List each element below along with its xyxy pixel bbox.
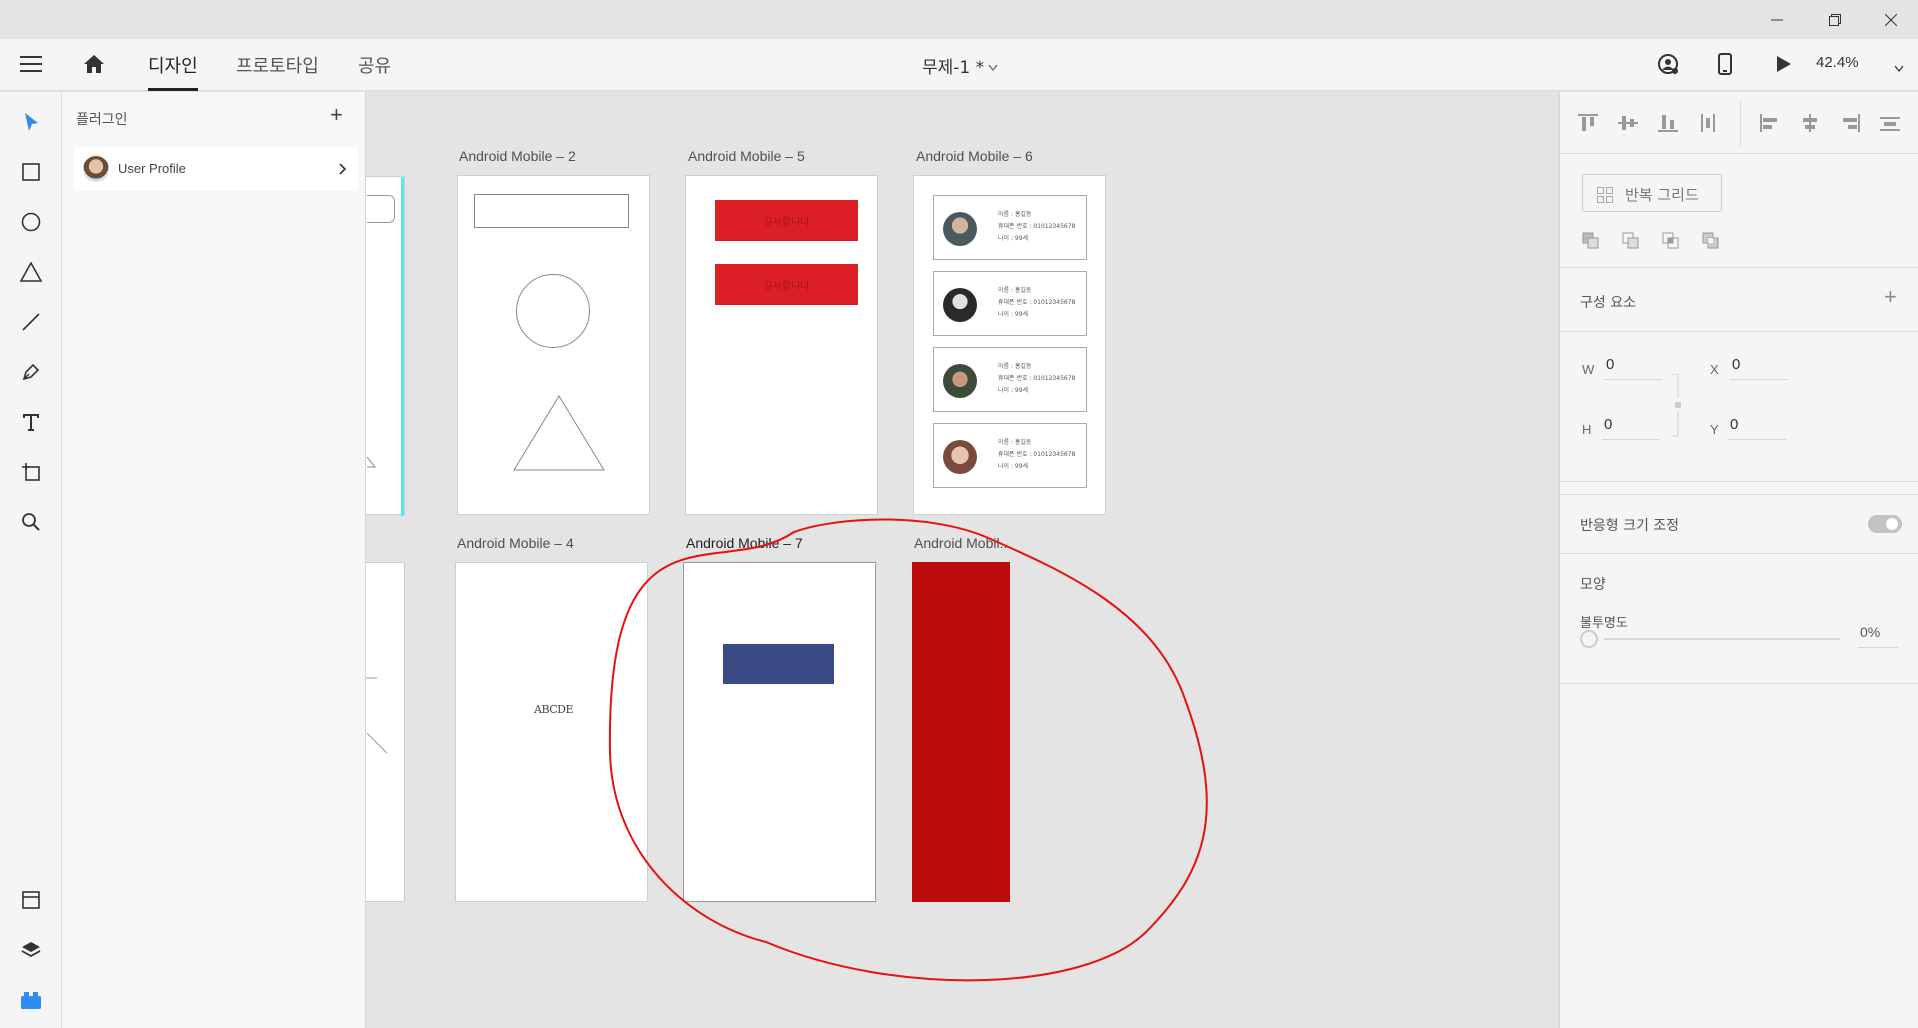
repeat-grid-button[interactable]: 반복 그리드 <box>1582 174 1722 212</box>
height-input[interactable]: 0 <box>1602 416 1660 440</box>
pen-tool-icon[interactable] <box>13 354 49 390</box>
plugin-name: User Profile <box>118 161 186 176</box>
align-section <box>1560 92 1918 154</box>
align-center-icon[interactable] <box>1800 114 1820 132</box>
user-account-icon[interactable] <box>1658 54 1680 81</box>
restore-icon[interactable] <box>1806 0 1864 39</box>
repeat-grid-section: 반복 그리드 <box>1560 154 1918 268</box>
layers-icon[interactable] <box>13 932 49 968</box>
plugins-icon[interactable] <box>13 982 49 1018</box>
align-top-icon[interactable] <box>1578 114 1598 132</box>
boolean-exclude-icon[interactable] <box>1702 232 1720 250</box>
home-icon[interactable] <box>83 54 105 79</box>
zoom-chevron-down-icon[interactable] <box>1894 60 1904 78</box>
opacity-slider-track[interactable] <box>1604 638 1840 640</box>
components-label: 구성 요소 <box>1580 295 1636 311</box>
zoom-tool-icon[interactable] <box>13 504 49 540</box>
tab-design[interactable]: 디자인 <box>148 52 198 78</box>
tab-share[interactable]: 공유 <box>358 52 391 78</box>
triangle-tool-icon[interactable] <box>13 254 49 290</box>
artboard-tool-icon[interactable] <box>13 454 49 490</box>
assets-icon[interactable] <box>13 882 49 918</box>
toggle-knob <box>1886 518 1898 530</box>
responsive-resize-section: 반응형 크기 조정 <box>1560 494 1918 554</box>
responsive-resize-label: 반응형 크기 조정 <box>1580 518 1680 534</box>
height-label: H <box>1582 422 1592 437</box>
zoom-level[interactable]: 42.4% <box>1816 54 1859 71</box>
repeat-grid-icon <box>1597 187 1613 203</box>
tab-prototype[interactable]: 프로토타입 <box>236 52 319 78</box>
ellipse-tool-icon[interactable] <box>13 204 49 240</box>
annotation-circle <box>608 518 1208 982</box>
minimize-icon[interactable] <box>1748 0 1806 39</box>
rectangle-tool-icon[interactable] <box>13 154 49 190</box>
boolean-add-icon[interactable] <box>1582 232 1600 250</box>
boolean-subtract-icon[interactable] <box>1622 232 1640 250</box>
chevron-right-icon[interactable] <box>339 162 347 180</box>
width-input[interactable]: 0 <box>1604 356 1662 380</box>
play-icon[interactable] <box>1776 55 1792 78</box>
add-plugin-icon[interactable]: + <box>330 102 343 128</box>
add-component-icon[interactable]: + <box>1884 284 1897 310</box>
select-tool-icon[interactable] <box>13 104 49 140</box>
opacity-label: 불투명도 <box>1580 616 1628 631</box>
boolean-intersect-icon[interactable] <box>1662 232 1680 250</box>
transform-section: W 0 H 0 X 0 Y 0 <box>1560 332 1918 482</box>
document-title[interactable]: 무제-1 * <box>922 53 984 78</box>
opacity-input[interactable]: 0% <box>1858 624 1898 648</box>
plugins-panel: 플러그인 + User Profile <box>62 92 366 1028</box>
align-right-icon[interactable] <box>1840 114 1860 132</box>
text-tool-icon[interactable] <box>13 404 49 440</box>
opacity-slider-handle[interactable] <box>1580 630 1598 648</box>
tools-panel <box>0 92 62 1028</box>
plugins-panel-title: 플러그인 <box>76 112 128 128</box>
device-preview-icon[interactable] <box>1718 53 1732 80</box>
responsive-resize-toggle[interactable] <box>1868 515 1902 533</box>
align-bottom-icon[interactable] <box>1658 114 1678 132</box>
align-left-icon[interactable] <box>1760 114 1780 132</box>
x-input[interactable]: 0 <box>1730 356 1788 380</box>
y-input[interactable]: 0 <box>1728 416 1786 440</box>
design-canvas[interactable]: Android Mobile – 2 Android Mobile – 5 감사… <box>366 92 1559 1028</box>
title-bar <box>0 0 1918 39</box>
plugin-item-user-profile[interactable]: User Profile <box>74 147 358 191</box>
distribute-vertical-icon[interactable] <box>1698 114 1718 132</box>
menu-bar: 디자인 프로토타입 공유 무제-1 * 42.4% <box>0 39 1918 91</box>
divider <box>1740 100 1741 146</box>
appearance-label: 모양 <box>1580 577 1606 593</box>
width-label: W <box>1582 362 1595 377</box>
appearance-section: 모양 불투명도 0% <box>1560 554 1918 684</box>
y-label: Y <box>1710 422 1719 437</box>
components-section: 구성 요소 + <box>1560 268 1918 332</box>
x-label: X <box>1710 362 1719 377</box>
close-icon[interactable] <box>1862 0 1918 39</box>
active-tab-underline <box>148 88 198 91</box>
lock-aspect-icon[interactable] <box>1672 374 1684 438</box>
repeat-grid-label: 반복 그리드 <box>1625 186 1699 204</box>
properties-panel: 반복 그리드 구성 요소 + W 0 H 0 X 0 Y 0 반응형 크기 조정… <box>1559 92 1918 1028</box>
distribute-horizontal-icon[interactable] <box>1880 114 1900 132</box>
align-middle-icon[interactable] <box>1618 114 1638 132</box>
chevron-down-icon[interactable] <box>988 59 998 77</box>
hamburger-menu-icon[interactable] <box>20 55 42 78</box>
line-tool-icon[interactable] <box>13 304 49 340</box>
plugin-avatar <box>83 156 109 182</box>
